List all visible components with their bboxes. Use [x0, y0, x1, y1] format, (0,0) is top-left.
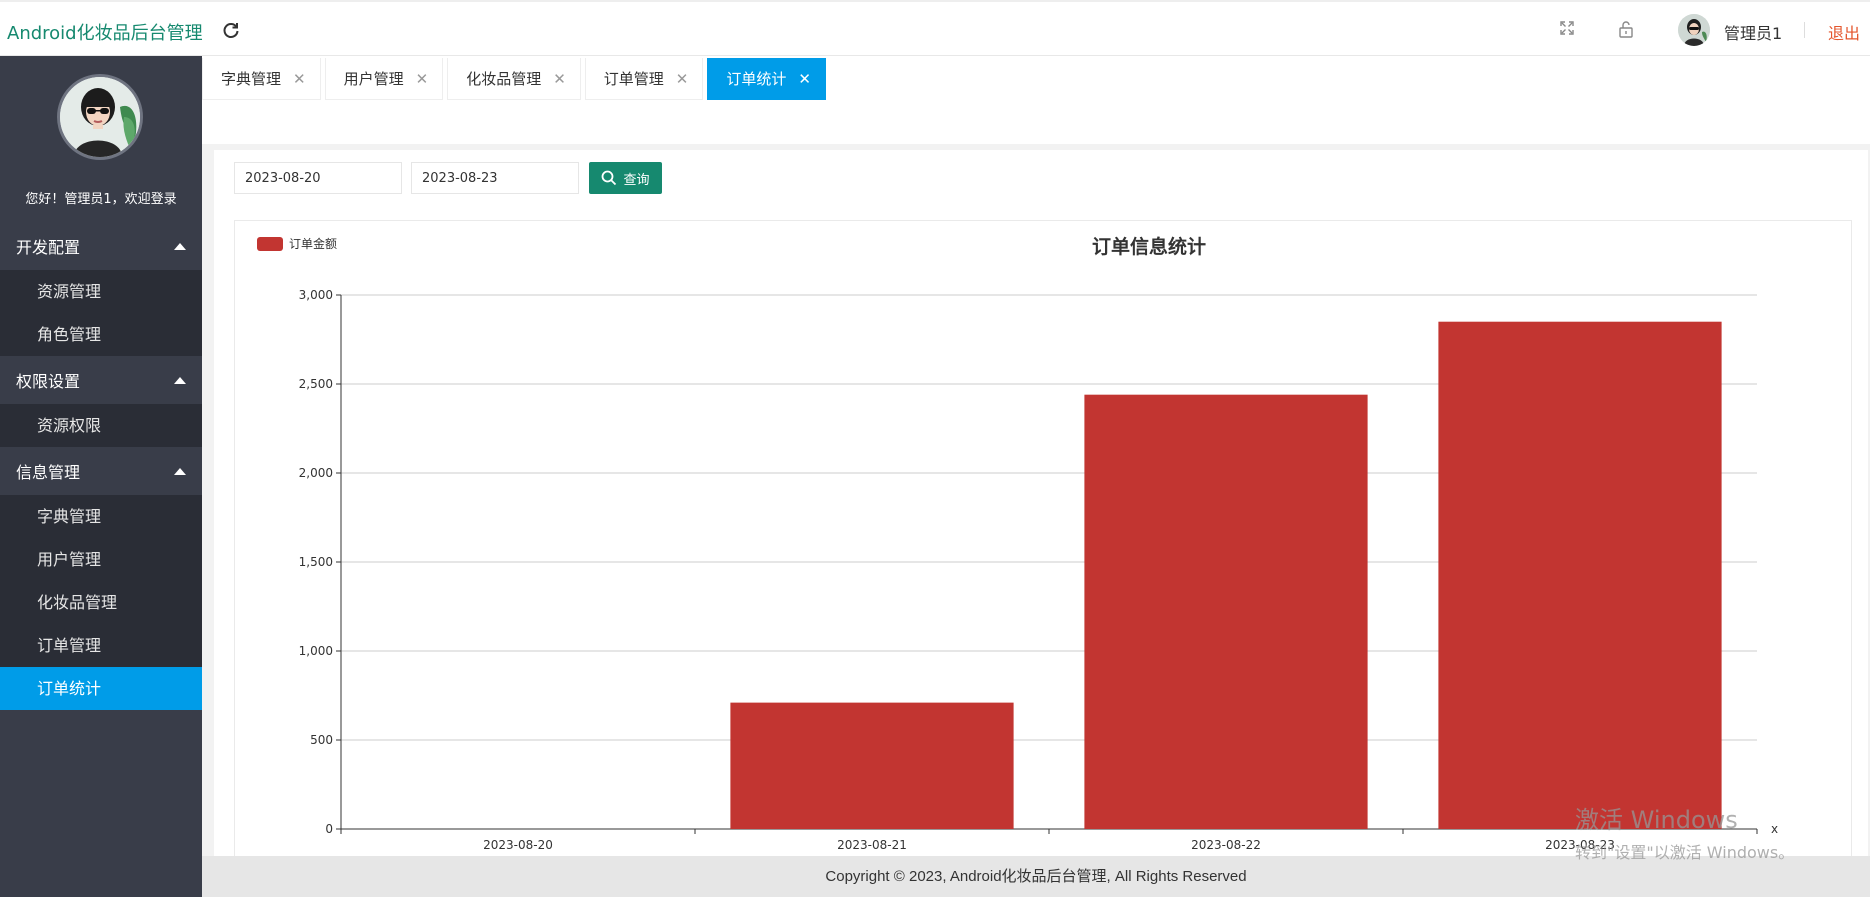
search-icon — [602, 170, 617, 186]
header-username[interactable]: 管理员1 — [1724, 20, 1782, 44]
y-tick-label: 1,500 — [299, 555, 333, 569]
tab-orders[interactable]: 订单管理 ✕ — [584, 58, 704, 100]
caret-up-icon — [174, 242, 186, 250]
x-tick-label: 2023-08-23 — [1545, 838, 1615, 852]
close-icon[interactable]: ✕ — [798, 70, 811, 88]
menu-group-info-management[interactable]: 信息管理 — [0, 447, 202, 495]
x-tick-label: 2023-08-21 — [837, 838, 907, 852]
tab-dictionary[interactable]: 字典管理 ✕ — [202, 58, 321, 100]
tab-label: 订单统计 — [726, 70, 787, 88]
chart-title: 订单信息统计 — [1092, 235, 1206, 258]
caret-up-icon — [174, 467, 186, 475]
app-title[interactable]: Android化妆品后台管理 — [7, 19, 203, 45]
sidebar-item-resource-permissions[interactable]: 资源权限 — [0, 404, 202, 447]
y-tick-label: 2,500 — [299, 377, 333, 391]
menu-group-dev-config[interactable]: 开发配置 — [0, 222, 202, 270]
close-icon[interactable]: ✕ — [293, 70, 306, 88]
tab-label: 化妆品管理 — [466, 70, 542, 88]
x-tick-label: 2023-08-22 — [1191, 838, 1261, 852]
bar — [1084, 394, 1368, 829]
y-tick-label: 2,000 — [299, 466, 333, 480]
submenu-permissions: 资源权限 — [0, 404, 202, 447]
tab-label: 用户管理 — [343, 70, 404, 88]
y-tick-label: 3,000 — [299, 288, 333, 302]
legend-label: 订单金额 — [289, 236, 337, 251]
chart-container: 订单信息统计 订单金额 0 500 1,000 1,500 2,000 2,500 3,000 2… — [234, 220, 1852, 860]
bar — [730, 702, 1014, 829]
header-divider — [1804, 22, 1805, 38]
start-date-input[interactable] — [234, 162, 402, 194]
sidebar-item-cosmetics[interactable]: 化妆品管理 — [0, 581, 202, 624]
tab-cosmetics[interactable]: 化妆品管理 ✕ — [447, 58, 581, 100]
sidebar-profile: 您好！管理员1，欢迎登录 — [0, 56, 202, 222]
sidebar-item-role-management[interactable]: 角色管理 — [0, 313, 202, 356]
y-tick-label: 0 — [325, 822, 333, 836]
menu-group-label: 权限设置 — [16, 372, 81, 391]
top-header: Android化妆品后台管理 管理员1 退出 — [0, 0, 1870, 56]
sidebar-item-resource-management[interactable]: 资源管理 — [0, 270, 202, 313]
legend-swatch — [257, 237, 283, 251]
menu-group-label: 开发配置 — [16, 238, 81, 257]
sidebar-item-order-stats[interactable]: 订单统计 — [0, 667, 202, 710]
profile-avatar — [57, 74, 143, 160]
search-button-label: 查询 — [623, 172, 650, 188]
lock-icon[interactable] — [1616, 20, 1636, 40]
x-tick-label: 2023-08-20 — [483, 838, 553, 852]
fullscreen-icon[interactable] — [1557, 20, 1577, 40]
avatar[interactable] — [1678, 14, 1710, 46]
sidebar: 您好！管理员1，欢迎登录 开发配置 资源管理 角色管理 权限设置 资源权限 信息… — [0, 56, 202, 897]
x-axis-label: x — [1771, 822, 1778, 836]
tab-bar: 字典管理 ✕ 用户管理 ✕ 化妆品管理 ✕ 订单管理 ✕ 订单统计 ✕ — [202, 56, 1870, 144]
logout-button[interactable]: 退出 — [1828, 20, 1860, 44]
tab-label: 订单管理 — [603, 70, 664, 88]
bar — [1438, 321, 1722, 829]
tab-label: 字典管理 — [221, 70, 282, 88]
submenu-dev-config: 资源管理 角色管理 — [0, 270, 202, 356]
close-icon[interactable]: ✕ — [553, 70, 566, 88]
end-date-input[interactable] — [411, 162, 579, 194]
y-tick-label: 1,000 — [299, 644, 333, 658]
search-button[interactable]: 查询 — [589, 162, 662, 194]
submenu-info-management: 字典管理 用户管理 化妆品管理 订单管理 订单统计 — [0, 495, 202, 710]
tab-users[interactable]: 用户管理 ✕ — [324, 58, 444, 100]
y-tick-label: 500 — [310, 733, 333, 747]
sidebar-item-dictionary[interactable]: 字典管理 — [0, 495, 202, 538]
sidebar-item-orders[interactable]: 订单管理 — [0, 624, 202, 667]
welcome-text: 您好！管理员1，欢迎登录 — [25, 192, 177, 207]
footer-copyright: Copyright © 2023, Android化妆品后台管理, All Ri… — [202, 856, 1870, 897]
menu-group-permissions[interactable]: 权限设置 — [0, 356, 202, 404]
menu-group-label: 信息管理 — [16, 463, 81, 482]
close-icon[interactable]: ✕ — [416, 70, 429, 88]
sidebar-item-users[interactable]: 用户管理 — [0, 538, 202, 581]
close-icon[interactable]: ✕ — [676, 70, 689, 88]
order-stats-chart: 订单信息统计 订单金额 0 500 1,000 1,500 2,000 2,500 3,000 2… — [257, 235, 1778, 852]
caret-up-icon — [174, 376, 186, 384]
refresh-icon[interactable] — [220, 19, 242, 41]
tab-order-stats[interactable]: 订单统计 ✕ — [707, 58, 826, 100]
